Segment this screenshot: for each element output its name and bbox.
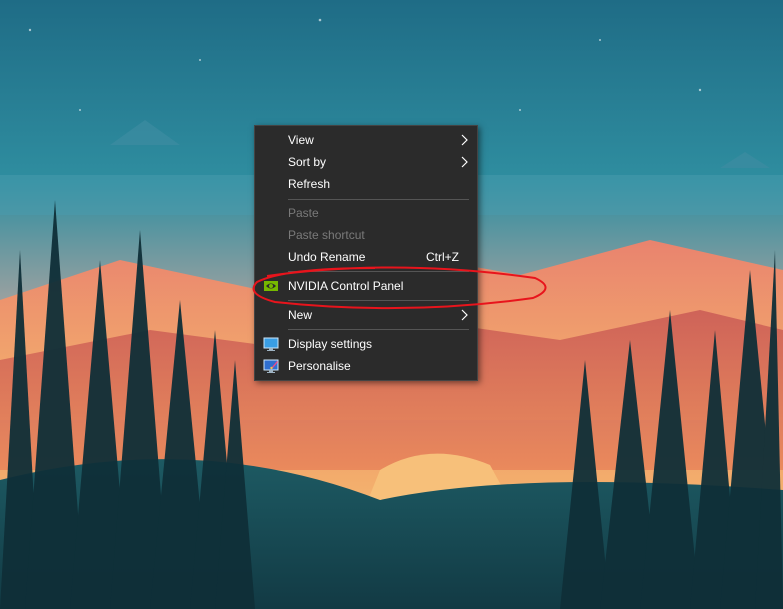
menu-item-label: View bbox=[288, 133, 314, 147]
nvidia-icon bbox=[264, 281, 278, 291]
menu-separator bbox=[288, 329, 469, 330]
menu-item-label: Paste bbox=[288, 206, 319, 220]
menu-item-new[interactable]: New bbox=[255, 304, 477, 326]
menu-item-label: Undo Rename bbox=[288, 250, 366, 264]
desktop[interactable]: View Sort by Refresh Paste Paste shortcu… bbox=[0, 0, 783, 609]
menu-item-view[interactable]: View bbox=[255, 129, 477, 151]
menu-item-display-settings[interactable]: Display settings bbox=[255, 333, 477, 355]
menu-item-paste: Paste bbox=[255, 202, 477, 224]
menu-separator bbox=[288, 271, 469, 272]
menu-item-label: Paste shortcut bbox=[288, 228, 365, 242]
menu-separator bbox=[288, 199, 469, 200]
menu-item-shortcut: Ctrl+Z bbox=[426, 250, 459, 264]
menu-item-paste-shortcut: Paste shortcut bbox=[255, 224, 477, 246]
menu-item-label: New bbox=[288, 308, 313, 322]
menu-item-nvidia-control-panel[interactable]: NVIDIA Control Panel bbox=[255, 275, 477, 297]
chevron-right-icon bbox=[461, 309, 468, 321]
menu-item-undo-rename[interactable]: Undo Rename Ctrl+Z bbox=[255, 246, 477, 268]
menu-item-label: Personalise bbox=[288, 359, 351, 373]
personalise-icon bbox=[263, 359, 279, 373]
menu-item-personalise[interactable]: Personalise bbox=[255, 355, 477, 377]
menu-item-label: Sort by bbox=[288, 155, 327, 169]
menu-separator bbox=[288, 300, 469, 301]
menu-item-label: NVIDIA Control Panel bbox=[288, 279, 404, 293]
chevron-right-icon bbox=[461, 156, 468, 168]
display-icon bbox=[263, 337, 279, 351]
menu-item-refresh[interactable]: Refresh bbox=[255, 173, 477, 195]
menu-item-label: Display settings bbox=[288, 337, 373, 351]
menu-item-label: Refresh bbox=[288, 177, 331, 191]
desktop-context-menu: View Sort by Refresh Paste Paste shortcu… bbox=[254, 125, 478, 381]
chevron-right-icon bbox=[461, 134, 468, 146]
menu-item-sort-by[interactable]: Sort by bbox=[255, 151, 477, 173]
